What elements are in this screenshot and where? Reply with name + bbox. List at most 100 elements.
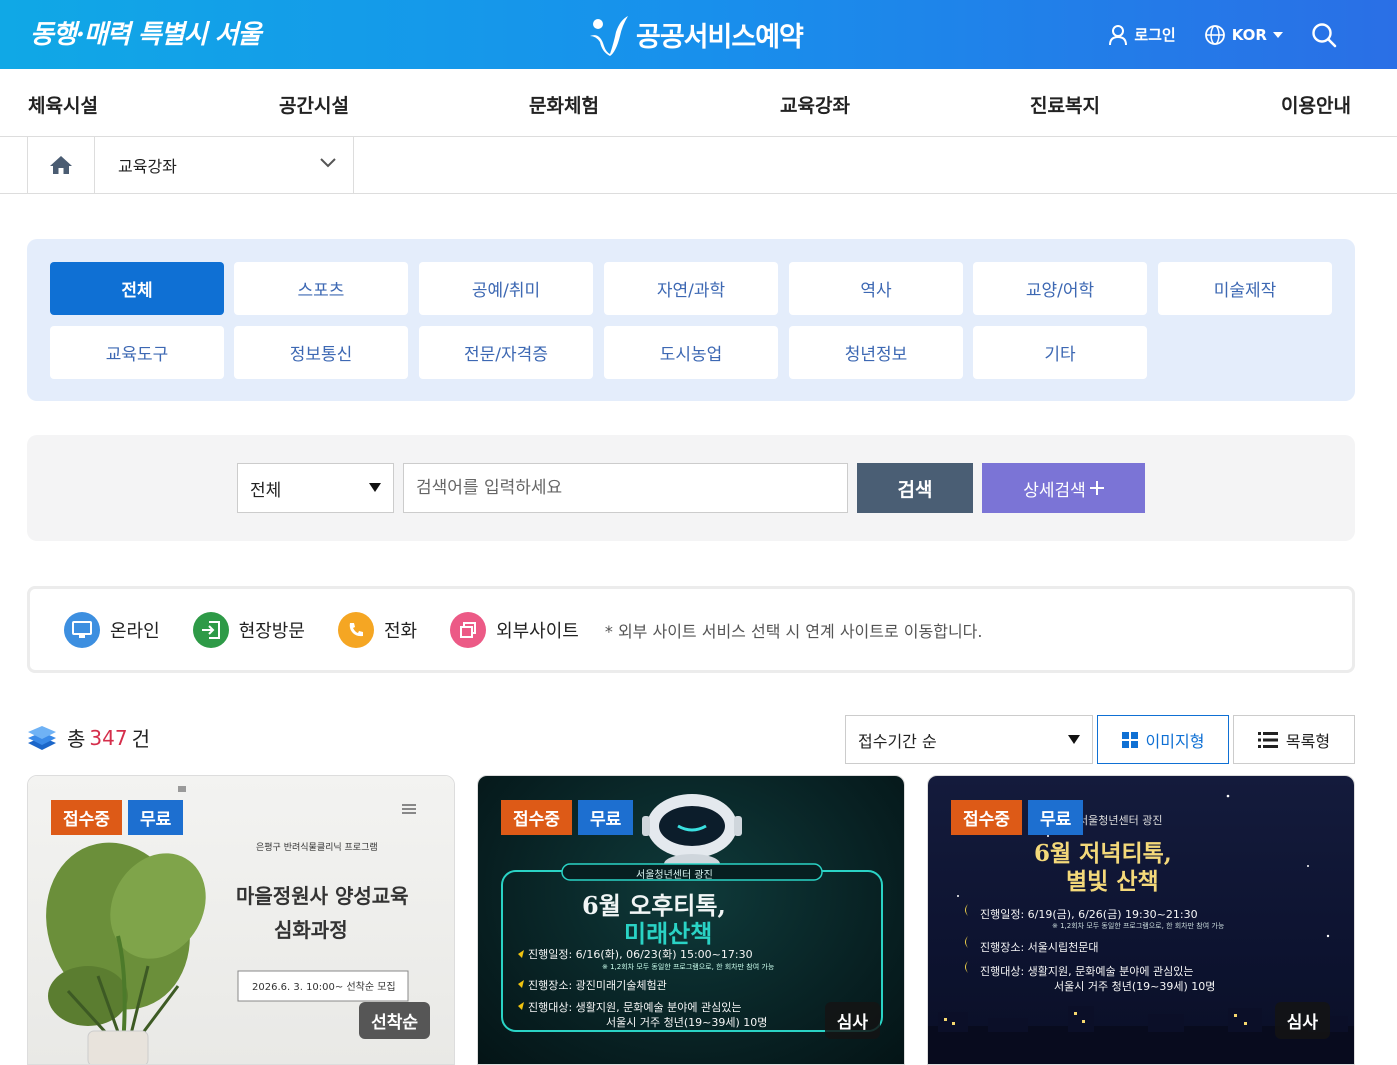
program-card[interactable]: 서울청년센터 광진 6월 오후티톡, 미래산책 진행일정: 6/16(화), 0…: [477, 775, 905, 1065]
category-etc[interactable]: 기타: [973, 326, 1147, 379]
language-selector[interactable]: KOR: [1204, 24, 1283, 46]
poster-line-1: 진행일정: 6/19(금), 6/26(금) 19:30~21:30: [980, 908, 1198, 921]
gnb-item-welfare[interactable]: 진료복지: [1030, 91, 1100, 118]
search-scope-value: 전체: [250, 480, 282, 501]
category-professional-license[interactable]: 전문/자격증: [419, 326, 593, 379]
service-logo[interactable]: 공공서비스예약: [586, 12, 804, 56]
grid-icon: [1121, 731, 1138, 748]
selection-mode-badge: 선착순: [359, 1002, 430, 1039]
poster-org: 서울청년센터 광진: [636, 870, 713, 881]
login-label: 로그인: [1134, 26, 1176, 44]
fee-badge: 무료: [128, 800, 184, 835]
dropdown-triangle-icon: [1068, 735, 1080, 744]
poster-line-2: 진행장소: 서울시립천문대: [980, 941, 1099, 954]
view-list-button[interactable]: 목록형: [1233, 715, 1355, 764]
category-liberal-language[interactable]: 교양/어학: [973, 262, 1147, 315]
layers-icon: [28, 725, 56, 750]
plus-icon: [1089, 481, 1104, 495]
poster-line-1-note: ※ 1,2회차 모두 동일한 프로그램으로, 한 회차만 참여 가능: [602, 963, 775, 971]
advanced-search-label: 상세검색: [1023, 480, 1086, 500]
poster-title-1: 마을정원사 양성교육: [236, 884, 409, 908]
category-craft-hobby[interactable]: 공예/취미: [419, 262, 593, 315]
poster-title-2: 심화과정: [274, 918, 348, 942]
breadcrumb: 교육강좌: [0, 137, 1397, 194]
legend-visit-label: 현장방문: [238, 620, 305, 642]
category-urban-farming[interactable]: 도시농업: [604, 326, 778, 379]
sort-select[interactable]: 접수기간 순: [845, 715, 1093, 764]
breadcrumb-category-select[interactable]: 교육강좌: [95, 137, 354, 193]
search-scope-select[interactable]: 전체: [237, 463, 394, 513]
selection-mode-badge: 심사: [824, 1002, 880, 1039]
search-input[interactable]: [403, 463, 848, 513]
poster-line-1-note: ※ 1,2회차 모두 동일한 프로그램으로, 한 회차만 참여 가능: [1052, 922, 1225, 930]
home-button[interactable]: [27, 137, 95, 193]
external-window-icon: [450, 611, 487, 648]
globe-icon: [1204, 24, 1225, 45]
view-image-label: 이미지형: [1145, 731, 1205, 751]
gnb-item-education[interactable]: 교육강좌: [780, 91, 850, 118]
service-logo-icon: [590, 16, 628, 56]
gnb-item-sports[interactable]: 체육시설: [28, 91, 98, 118]
sort-value: 접수기간 순: [858, 731, 937, 751]
category-edu-tools[interactable]: 교육도구: [50, 326, 224, 379]
header-search-button[interactable]: [1311, 22, 1337, 48]
category-it[interactable]: 정보통신: [234, 326, 408, 379]
home-icon: [50, 156, 72, 174]
gnb-item-space[interactable]: 공간시설: [279, 91, 349, 118]
category-youth-info[interactable]: 청년정보: [789, 326, 963, 379]
gnb-item-guide[interactable]: 이용안내: [1281, 91, 1351, 118]
legend-online-label: 온라인: [110, 620, 160, 642]
poster-line-2: 진행장소: 광진미래기술체험관: [528, 979, 667, 992]
result-total: 총 347 건: [27, 723, 150, 752]
legend-external-label: 외부사이트: [496, 620, 579, 642]
top-header: 동행·매력 특별시 서울 공공서비스예약 로그인 KOR: [0, 0, 1397, 69]
enter-door-icon: [192, 611, 229, 648]
legend-visit: 현장방문: [192, 611, 305, 648]
poster-line-4: 서울시 거주 청년(19~39세) 10명: [606, 1016, 768, 1029]
program-card[interactable]: 서울청년센터 광진 6월 저녁티톡, 별빛 산책 진행일정: 6/19(금), …: [927, 775, 1355, 1065]
fee-badge: 무료: [1028, 800, 1084, 835]
category-sports[interactable]: 스포츠: [234, 262, 408, 315]
fee-badge: 무료: [578, 800, 634, 835]
legend-note: * 외부 사이트 서비스 선택 시 연계 사이트로 이동합니다.: [604, 621, 983, 641]
poster-title-2: 미래산책: [624, 919, 713, 948]
gnb-item-culture[interactable]: 문화체험: [529, 91, 599, 118]
poster-org: 은평구 반려식물클리닉 프로그램: [256, 843, 378, 853]
total-prefix: 총: [67, 727, 86, 751]
caret-down-icon: [1273, 31, 1283, 38]
login-link[interactable]: 로그인: [1108, 24, 1176, 46]
search-panel: 전체 검색 상세검색: [27, 435, 1355, 541]
advanced-search-button[interactable]: 상세검색: [982, 463, 1145, 513]
poster-line-1: 진행일정: 6/16(화), 06/23(화) 15:00~17:30: [528, 948, 753, 961]
breadcrumb-current: 교육강좌: [118, 157, 177, 176]
selection-mode-badge: 심사: [1274, 1002, 1330, 1039]
status-badge: 접수중: [501, 800, 572, 835]
legend-online: 온라인: [64, 611, 160, 648]
seoul-slogan-logo[interactable]: 동행·매력 특별시 서울: [30, 14, 261, 51]
reservation-type-legend: 온라인 현장방문 전화 외부사이트 * 외부 사이트 서비스 선택 시 연계 사…: [27, 586, 1355, 673]
dropdown-triangle-icon: [369, 483, 381, 492]
monitor-icon: [64, 611, 100, 648]
service-title: 공공서비스예약: [636, 21, 804, 53]
total-count: 347: [89, 725, 128, 750]
program-card[interactable]: 은평구 반려식물클리닉 프로그램 마을정원사 양성교육 심화과정 2026.6.…: [27, 775, 455, 1065]
search-button[interactable]: 검색: [857, 463, 973, 513]
main-navigation: 체육시설 공간시설 문화체험 교육강좌 진료복지 이용안내: [0, 69, 1397, 137]
poster-line-3: 진행대상: 생활지원, 문화예술 분야에 관심있는: [528, 1001, 742, 1014]
poster-line-3: 진행대상: 생활지원, 문화예술 분야에 관심있는: [980, 965, 1194, 978]
language-label: KOR: [1231, 25, 1267, 44]
category-art-making[interactable]: 미술제작: [1158, 262, 1332, 315]
legend-phone: 전화: [337, 611, 417, 648]
total-suffix: 건: [131, 727, 150, 751]
view-image-button[interactable]: 이미지형: [1097, 715, 1229, 764]
legend-external: 외부사이트: [450, 611, 579, 648]
category-nature-science[interactable]: 자연/과학: [604, 262, 778, 315]
status-badge: 접수중: [51, 800, 122, 835]
list-icon: [1257, 731, 1278, 748]
category-history[interactable]: 역사: [789, 262, 963, 315]
category-all[interactable]: 전체: [50, 262, 224, 315]
category-filter-panel: 전체 스포츠 공예/취미 자연/과학 역사 교양/어학 미술제작 교육도구 정보…: [27, 239, 1355, 401]
view-list-label: 목록형: [1285, 731, 1331, 751]
user-icon: [1109, 24, 1128, 45]
poster-date: 2026.6. 3. 10:00~ 선착순 모집: [252, 982, 396, 993]
